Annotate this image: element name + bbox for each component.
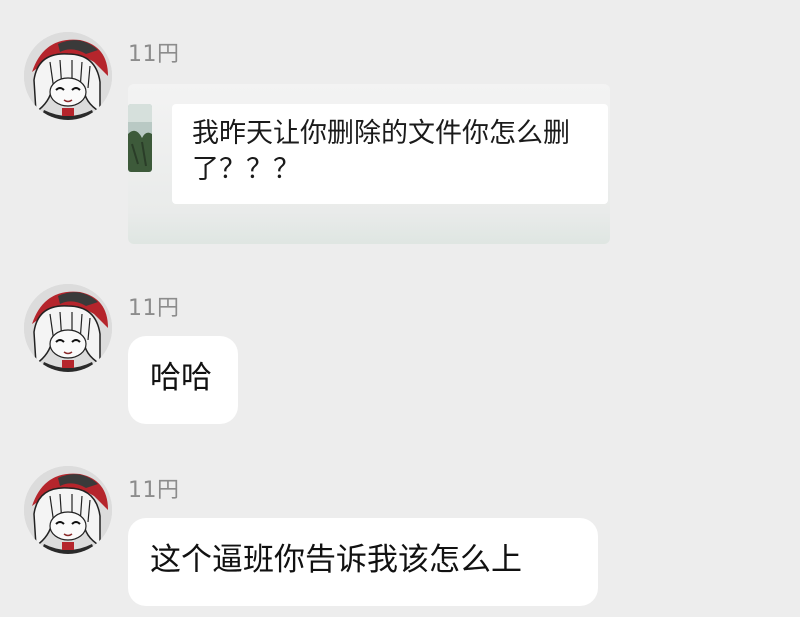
quoted-message-text: 我昨天让你删除的文件你怎么删了？？？ [172,104,608,204]
quote-thumbnail-icon [128,104,152,172]
message-bubble[interactable]: 哈哈 [128,336,238,424]
avatar-icon[interactable] [24,466,112,554]
sender-name: 11円 [128,478,180,503]
message-text: 哈哈 [150,360,212,396]
anime-girl-avatar-icon [24,32,112,120]
message-text: 这个逼班你告诉我该怎么上 [150,542,522,578]
chat-area: 11円 我昨天让你删除的文件你怎么删了？？？ 11円 哈哈 11円 这个逼班你告… [0,0,800,617]
avatar-icon[interactable] [24,32,112,120]
sender-name: 11円 [128,42,180,67]
avatar-icon[interactable] [24,284,112,372]
message-bubble[interactable]: 这个逼班你告诉我该怎么上 [128,518,598,606]
sender-name: 11円 [128,296,180,321]
anime-girl-avatar-icon [24,466,112,554]
anime-girl-avatar-icon [24,284,112,372]
